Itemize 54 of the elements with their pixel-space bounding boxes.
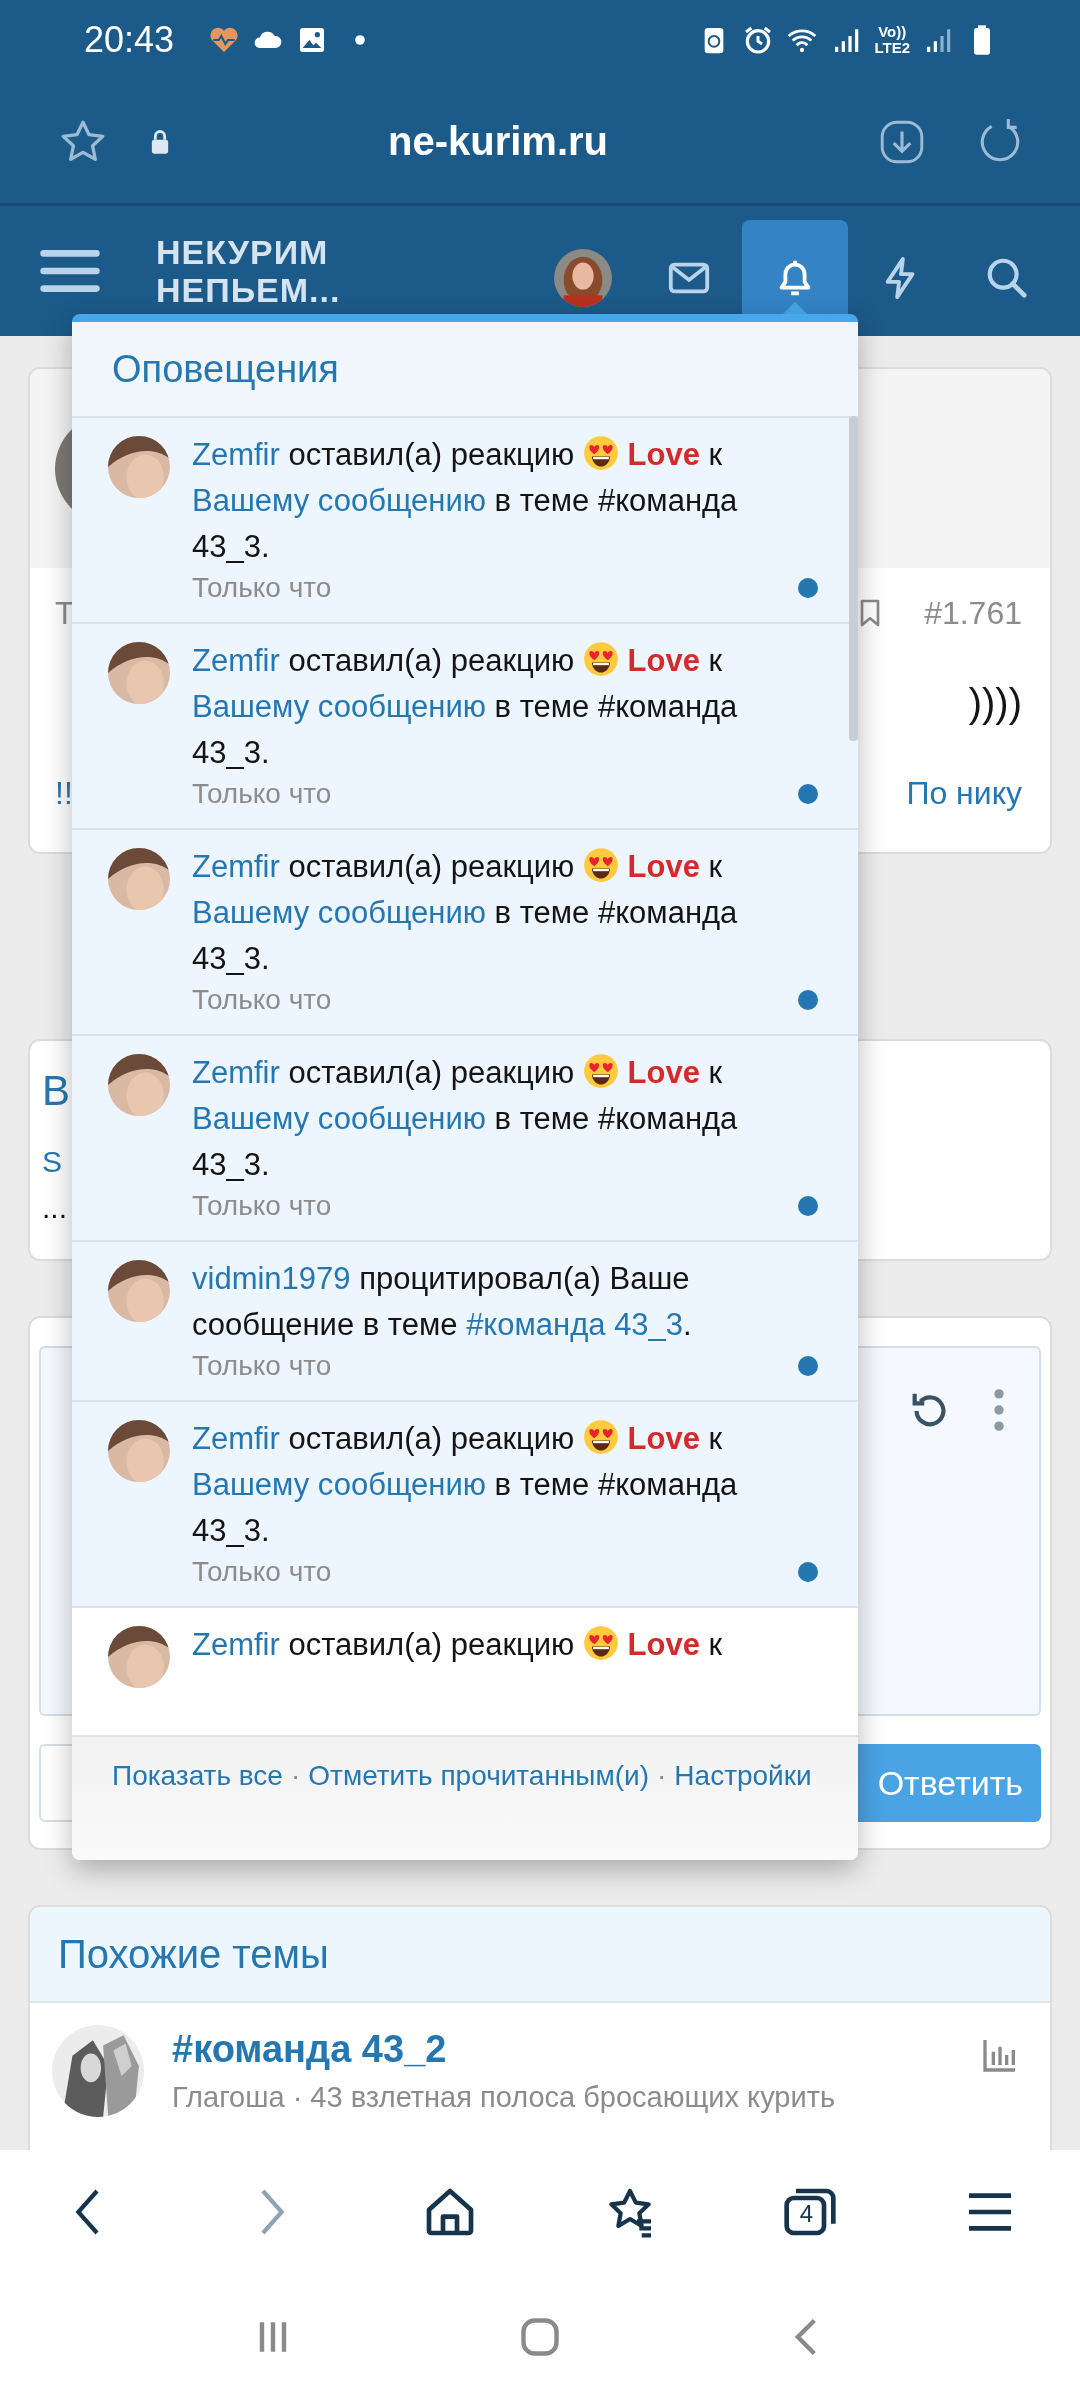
footer-link[interactable]: Настройки (674, 1760, 812, 1791)
site-logo[interactable]: НЕКУРИМ НЕПЬЕМ... (156, 233, 341, 309)
notification-item[interactable]: vidmin1979 процитировал(а) Ваше сообщение в теме #команда 43_3. Только что (72, 1240, 858, 1400)
notification-item[interactable]: Zemfir оставил(а) реакцию Love к Вашему сообщению в теме #команда 43_3. Только что (72, 1400, 858, 1606)
user-link[interactable]: Zemfir (192, 1055, 280, 1090)
user-link[interactable]: Zemfir (192, 643, 280, 678)
thread-meta: Глагоша · 43 взлетная полоса бросающих курить (172, 2081, 836, 2114)
footer-link[interactable]: Отметить прочитанным(и) (308, 1760, 650, 1791)
timestamp: Только что (192, 1350, 332, 1382)
notification-text: vidmin1979 процитировал(а) Ваше сообщение в теме #команда 43_3. (192, 1260, 693, 1344)
user-link[interactable]: Zemfir (192, 1421, 280, 1456)
footer-link[interactable]: Показать все (112, 1760, 283, 1791)
user-link[interactable]: S (42, 1139, 62, 1185)
snippet-text: ... (42, 1190, 67, 1226)
notification-item[interactable]: Zemfir оставил(а) реакцию Love к Вашему сообщению в теме #команда 43_3. Только что (72, 1034, 858, 1240)
thread-title-link[interactable]: #команда 43_2 (172, 2028, 447, 2071)
timestamp: Только что (192, 1556, 332, 1588)
post-link[interactable]: Вашему сообщению (192, 483, 486, 518)
user-link[interactable]: Zemfir (192, 437, 280, 472)
separator-dot: · (290, 1760, 301, 1791)
timestamp: Только что (192, 984, 332, 1016)
nickname-link[interactable]: По нику (906, 774, 1022, 812)
user-link[interactable]: Zemfir (192, 1627, 280, 1662)
card-title: В (42, 1067, 70, 1115)
network-label: Vo)) LTE2 (874, 24, 910, 56)
post-text: )))) (968, 680, 1022, 726)
timestamp: Только что (192, 572, 332, 604)
post-number[interactable]: #1.761 (924, 594, 1022, 632)
timestamp: Только что (192, 1190, 332, 1222)
notification-text: Zemfir оставил(а) реакцию Love к Вашему сообщению в теме #команда 43_3. (192, 640, 739, 772)
notification-item[interactable]: Zemfir оставил(а) реакцию Love к Вашему сообщению в теме #команда 43_3. Только что (72, 416, 858, 622)
notification-item[interactable]: Zemfir оставил(а) реакцию Love к Вашему сообщению в теме #команда 43_3. Только что (72, 828, 858, 1034)
clock: 20:43 (84, 19, 175, 61)
notification-item[interactable]: Zemfir оставил(а) реакцию Love к Вашему сообщению в теме #команда 43_3. Только что (72, 622, 858, 828)
notification-text: Zemfir оставил(а) реакцию Love к Вашему сообщению в теме #команда 43_3. (192, 1052, 739, 1184)
section-title: Похожие темы (58, 1931, 329, 1977)
timestamp: Только что (192, 778, 332, 810)
post-link[interactable]: !! (55, 774, 73, 812)
notification-text: Zemfir оставил(а) реакцию Love к Вашему сообщению в теме #команда 43_3. (192, 1418, 739, 1550)
post-link[interactable]: Вашему сообщению (192, 689, 486, 724)
post-link[interactable]: Вашему сообщению (192, 1101, 486, 1136)
post-link[interactable]: #команда 43_3 (466, 1307, 684, 1342)
user-link[interactable]: Zemfir (192, 849, 280, 884)
notification-text: Zemfir оставил(а) реакцию Love к (192, 1624, 724, 1664)
panel-title: Оповещения (112, 347, 339, 391)
post-link[interactable]: Вашему сообщению (192, 1467, 486, 1502)
notification-text: Zemfir оставил(а) реакцию Love к Вашему сообщению в теме #команда 43_3. (192, 434, 739, 566)
author-text: Т (55, 594, 75, 632)
notification-text: Zemfir оставил(а) реакцию Love к Вашему сообщению в теме #команда 43_3. (192, 846, 739, 978)
notification-item[interactable]: Zemfir оставил(а) реакцию Love к (72, 1606, 858, 1706)
separator-dot: · (657, 1760, 667, 1791)
tabs-button[interactable]: 4 (782, 2183, 838, 2240)
post-link[interactable]: Вашему сообщению (192, 895, 486, 930)
user-link[interactable]: vidmin1979 (192, 1261, 351, 1296)
